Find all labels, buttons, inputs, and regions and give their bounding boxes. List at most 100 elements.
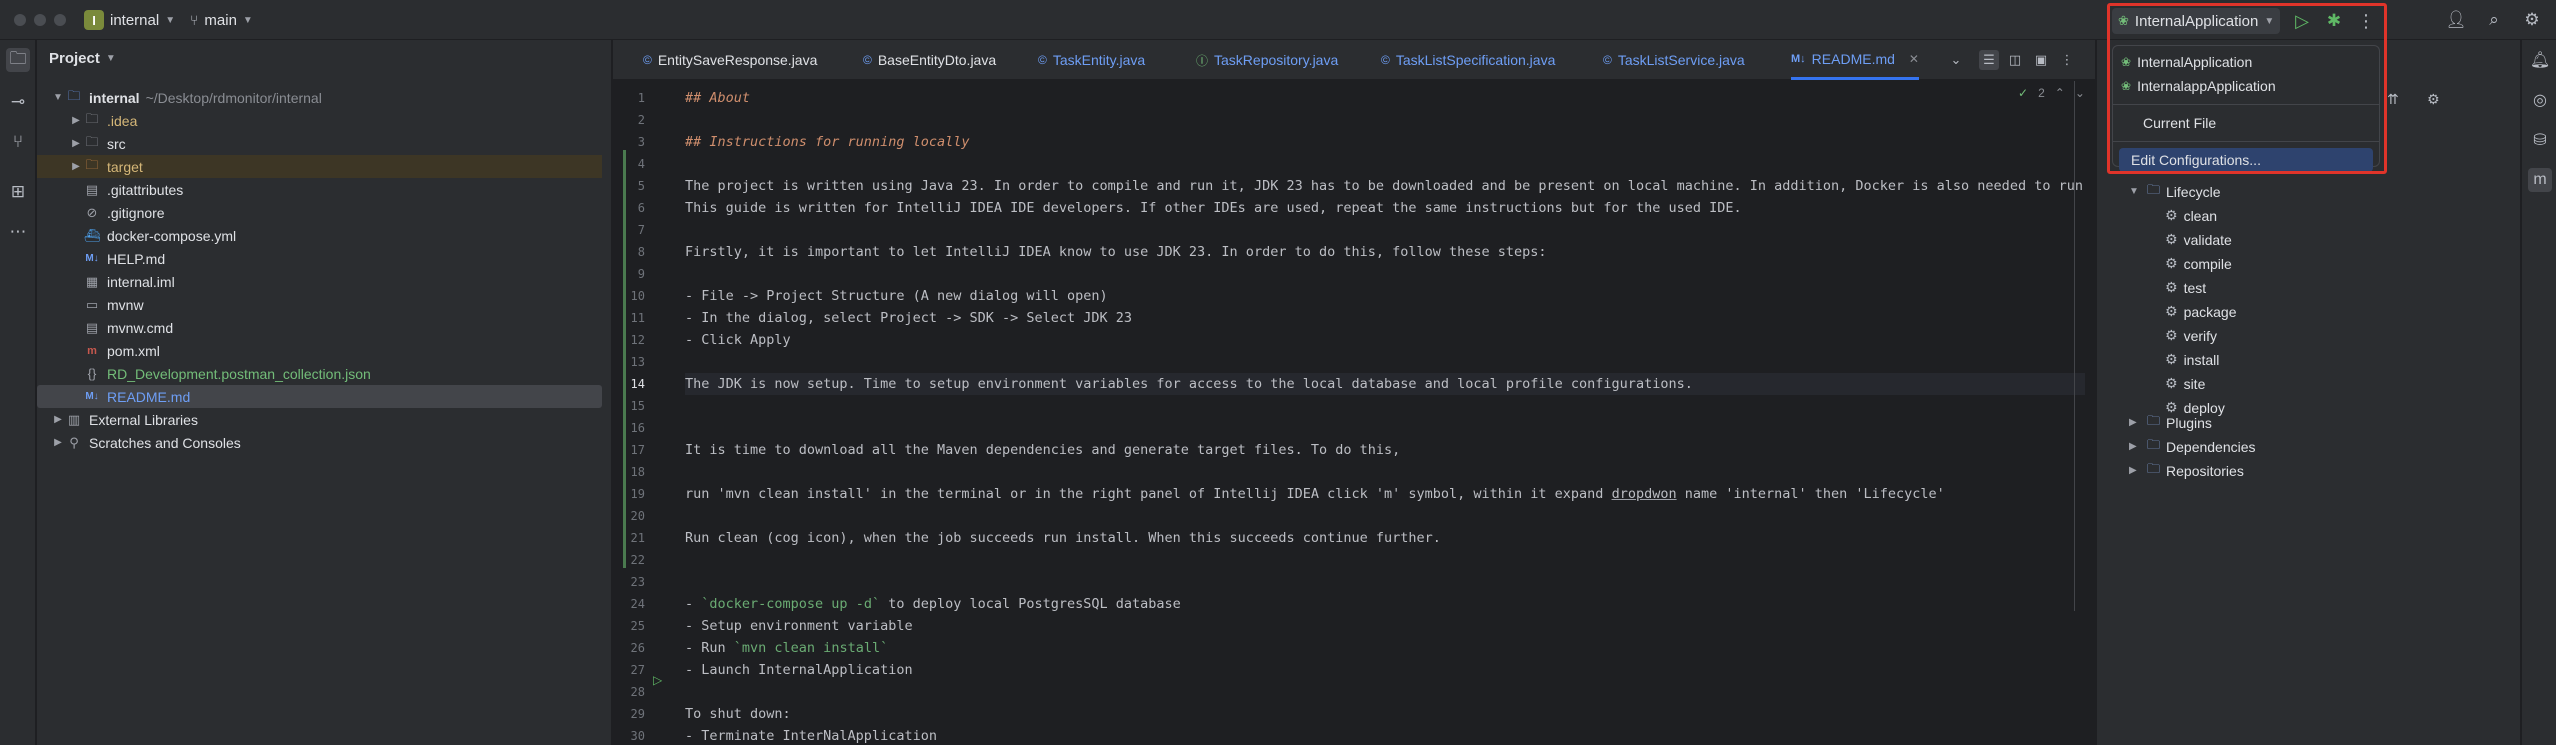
close-icon[interactable]: ✕ (1909, 52, 1919, 66)
close-window-button[interactable] (14, 14, 26, 26)
tree-item[interactable]: ▦ internal.iml (37, 270, 602, 293)
collapse-all-icon[interactable]: ⇈ (2387, 88, 2399, 111)
database-icon[interactable]: ⛁ (2528, 128, 2552, 152)
maven-goal-clean[interactable]: ⚙ clean (2165, 204, 2217, 227)
code-line[interactable]: - `docker-compose up -d` to deploy local… (685, 593, 1181, 615)
editor-only-view-icon[interactable]: ☰ (1979, 50, 1999, 70)
tree-item[interactable]: {} RD_Development.postman_collection.jso… (37, 362, 602, 385)
code-line[interactable]: It is time to download all the Maven dep… (685, 439, 1400, 461)
minimize-window-button[interactable] (34, 14, 46, 26)
line-number: 24 (630, 597, 645, 611)
code-line[interactable]: - Click Apply (685, 329, 791, 351)
maven-goal-compile[interactable]: ⚙ compile (2165, 252, 2232, 275)
chevron-down-icon[interactable]: ⌄ (2075, 86, 2085, 100)
code-line[interactable]: run 'mvn clean install' in the terminal … (685, 483, 1945, 505)
maven-goal-validate[interactable]: ⚙ validate (2165, 228, 2232, 251)
chevron-up-icon[interactable]: ⌃ (2055, 86, 2065, 100)
structure-icon[interactable]: ⊞ (6, 180, 30, 204)
more-actions-button[interactable]: ⋮ (2356, 9, 2376, 33)
debug-button[interactable]: ✱ (2322, 9, 2346, 33)
gear-icon[interactable]: ⚙ (2521, 9, 2543, 31)
split-view-icon[interactable]: ◫ (2005, 50, 2025, 70)
tab-tasklistservice[interactable]: © TaskListService.java (1603, 40, 1745, 80)
run-icon[interactable]: ▷ (653, 673, 662, 687)
tab-entitysaveresponse[interactable]: © EntitySaveResponse.java (643, 40, 817, 80)
code-line[interactable]: - File -> Project Structure (A new dialo… (685, 285, 1108, 307)
tree-item[interactable]: ▶ 🗀︎ target (37, 155, 602, 178)
dropdown-item-current-file[interactable]: Current File (2113, 111, 2379, 135)
tree-item[interactable]: ⛴︎ docker-compose.yml (37, 224, 602, 247)
dropdown-item-internalappapplication[interactable]: ❀ InternalappApplication (2113, 74, 2379, 98)
code-line[interactable]: ## About (685, 87, 750, 109)
more-tools-icon[interactable]: ⋯ (6, 220, 30, 244)
tab-taskentity[interactable]: © TaskEntity.java (1038, 40, 1145, 80)
tree-item[interactable]: ▭ mvnw (37, 293, 602, 316)
tab-taskrepository[interactable]: Ⓘ TaskRepository.java (1196, 40, 1338, 80)
maven-goal-test[interactable]: ⚙ test (2165, 276, 2206, 299)
code-line[interactable]: - Launch InternalApplication (685, 659, 913, 681)
project-panel-header[interactable]: Project ▼ (49, 50, 116, 67)
tree-item[interactable]: ⊘ .gitignore (37, 201, 602, 224)
code-line[interactable]: The project is written using Java 23. In… (685, 175, 2085, 197)
code-line[interactable]: The JDK is now setup. Time to setup envi… (685, 373, 2085, 395)
code-line[interactable]: - In the dialog, select Project -> SDK -… (685, 307, 1132, 329)
line-number: 20 (630, 509, 645, 523)
vcs-branch-switcher[interactable]: ⑂ main ▼ (190, 8, 253, 32)
code-line[interactable]: ## Instructions for running locally (685, 131, 969, 153)
tree-item[interactable]: ▤ .gitattributes (37, 178, 602, 201)
maven-icon[interactable]: m (2528, 168, 2552, 192)
maven-dependencies[interactable]: ▶ 🗀︎ Dependencies (2129, 435, 2256, 458)
commit-icon[interactable]: ⊸ (6, 90, 30, 114)
tree-item[interactable]: ▶ 🗀︎ .idea (37, 109, 602, 132)
chevron-right-icon: ▶ (2129, 441, 2137, 452)
tree-item[interactable]: M↓ HELP.md (37, 247, 602, 270)
maven-settings-icon[interactable]: ⚙ (2427, 88, 2440, 111)
folder-icon[interactable]: 🗀︎ (6, 48, 30, 72)
code-line[interactable]: Run clean (cog icon), when the job succe… (685, 527, 1441, 549)
tab-readme[interactable]: M↓ README.md ✕ (1791, 40, 1919, 80)
tree-item[interactable]: ▶ 🗀︎ src (37, 132, 602, 155)
code-line[interactable]: - Terminate InterNalApplication (685, 725, 937, 745)
run-configuration-selector[interactable]: ❀ InternalApplication ▼ (2112, 8, 2281, 34)
user-icon[interactable]: 👤︎ (2445, 9, 2467, 31)
code-line[interactable]: Firstly, it is important to let IntelliJ… (685, 241, 1547, 263)
markdown-icon: M↓ (1791, 52, 1806, 65)
dropdown-item-internalapplication[interactable]: ❀ InternalApplication (2113, 50, 2379, 74)
editor-tabs: © EntitySaveResponse.java © BaseEntityDt… (613, 40, 2095, 80)
tree-item[interactable]: ▤ mvnw.cmd (37, 316, 602, 339)
code-line[interactable]: - Setup environment variable (685, 615, 913, 637)
maven-goal-package[interactable]: ⚙ package (2165, 300, 2237, 323)
line-number: 18 (630, 465, 645, 479)
maximize-window-button[interactable] (54, 14, 66, 26)
tree-scratches[interactable]: ▶ ⚲ Scratches and Consoles (37, 431, 602, 454)
project-switcher[interactable]: I internal ▼ (84, 8, 175, 32)
tab-baseentitydto[interactable]: © BaseEntityDto.java (863, 40, 996, 80)
tree-external-libraries[interactable]: ▶ ▥ External Libraries (37, 408, 602, 431)
maven-goal-verify[interactable]: ⚙ verify (2165, 324, 2217, 347)
tree-root[interactable]: ▼ 🗀︎ internal ~/Desktop/rdmonitor/intern… (37, 86, 602, 109)
maven-goal-site[interactable]: ⚙ site (2165, 372, 2205, 395)
library-icon: ▥ (67, 411, 81, 427)
notifications-icon[interactable]: 🔔︎ (2528, 48, 2552, 72)
code-line[interactable]: - Run `mvn clean install` (685, 637, 888, 659)
ai-assistant-icon[interactable]: ◎ (2528, 88, 2552, 112)
chevron-down-icon[interactable]: ⌄ (1946, 50, 1966, 70)
pull-requests-icon[interactable]: ⑂ (6, 130, 30, 154)
code-line[interactable]: This guide is written for IntelliJ IDEA … (685, 197, 1742, 219)
tree-item[interactable]: m pom.xml (37, 339, 602, 362)
tree-item[interactable]: M↓ README.md (37, 385, 602, 408)
code-content[interactable]: ## About ## Instructions for running loca… (685, 81, 2085, 745)
run-configuration-name: InternalApplication (2134, 12, 2259, 30)
dropdown-item-edit-configurations[interactable]: Edit Configurations... (2119, 148, 2373, 172)
preview-view-icon[interactable]: ▣ (2031, 50, 2051, 70)
tab-tasklistspecification[interactable]: © TaskListSpecification.java (1381, 40, 1555, 80)
maven-goal-deploy[interactable]: ⚙ deploy (2165, 396, 2225, 419)
maven-lifecycle[interactable]: ▼ 🗀︎ Lifecycle (2129, 180, 2220, 203)
run-button[interactable]: ▷ (2290, 9, 2314, 33)
maven-goal-install[interactable]: ⚙ install (2165, 348, 2219, 371)
more-actions-icon[interactable]: ⋮ (2057, 50, 2077, 70)
search-icon[interactable]: ⌕ (2483, 9, 2505, 31)
maven-repositories[interactable]: ▶ 🗀︎ Repositories (2129, 459, 2244, 482)
project-badge: I (84, 10, 104, 30)
code-line[interactable]: To shut down: (685, 703, 791, 725)
